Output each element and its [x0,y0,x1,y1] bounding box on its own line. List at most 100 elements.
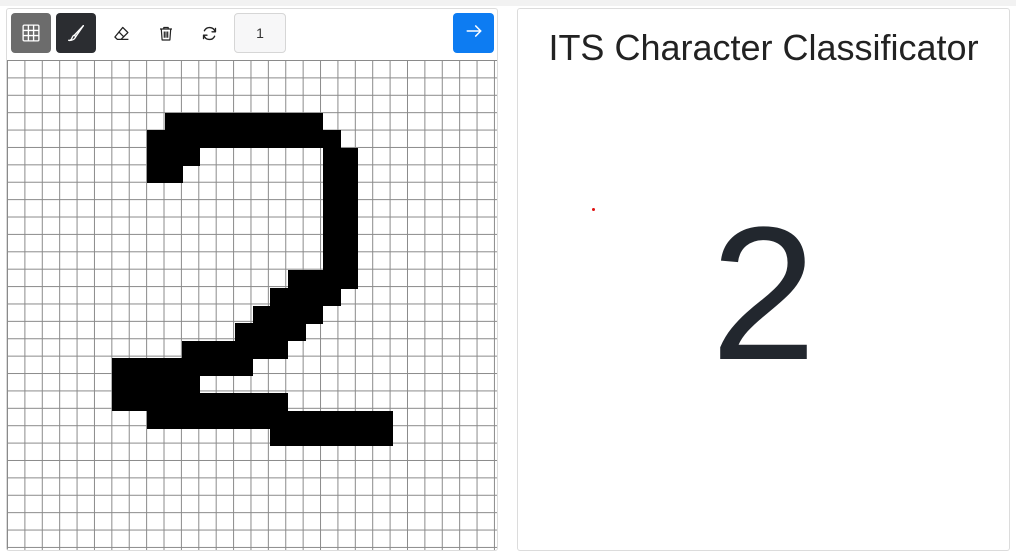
filled-pixel [375,410,394,429]
filled-pixel [287,130,306,149]
filled-pixel [322,130,341,149]
filled-pixel [340,217,359,236]
drawing-panel [6,8,498,551]
filled-pixel [164,358,183,377]
filled-pixel [182,340,201,359]
filled-pixel [147,375,166,394]
grid-icon [22,24,40,42]
filled-pixel [164,393,183,412]
filled-pixel [252,323,271,342]
filled-pixel [129,358,148,377]
filled-pixel [305,287,324,307]
filled-pixel [270,287,289,307]
filled-pixel [234,130,254,149]
filled-pixel [270,130,289,149]
filled-pixel [199,112,219,131]
filled-pixel [340,428,359,447]
filled-pixel [340,235,359,254]
filled-pixel [182,375,201,394]
filled-pixel [182,410,201,429]
filled-pixel [164,130,183,149]
filled-pixel [305,428,324,447]
filled-pixel [234,358,254,377]
filled-pixel [182,393,201,412]
filled-pixel [287,428,306,447]
filled-pixel [199,340,219,359]
filled-pixel [234,112,254,131]
filled-pixel [112,358,131,377]
filled-pixel [340,252,359,272]
filled-pixel [340,200,359,219]
filled-pixel [287,287,306,307]
filled-pixel [322,165,341,184]
filled-pixel [217,358,236,377]
filled-pixel [305,130,324,149]
filled-pixel [217,340,236,359]
filled-pixel [147,165,166,184]
filled-pixel [147,410,166,429]
clear-canvas-button[interactable] [146,13,186,53]
brush-size-input[interactable] [234,13,286,53]
filled-pixel [270,410,289,429]
filled-pixel [147,393,166,412]
filled-pixel [270,340,289,359]
filled-pixel [322,235,341,254]
filled-pixel [182,112,201,131]
result-panel: ITS Character Classificator 2 [517,8,1010,551]
classify-button[interactable] [453,13,494,53]
filled-pixel [287,112,306,131]
filled-pixel [357,428,376,447]
filled-pixel [217,112,236,131]
eraser-tool-button[interactable] [101,13,141,53]
filled-pixel [305,270,324,289]
filled-pixel [234,410,254,429]
drawing-grid-canvas[interactable] [7,60,497,550]
filled-pixel [147,147,166,166]
filled-pixel [305,112,324,131]
predicted-character: 2 [710,188,817,400]
filled-pixel [375,428,394,447]
filled-pixel [147,130,166,149]
filled-pixel [270,428,289,447]
filled-pixel [252,410,271,429]
filled-pixel [217,410,236,429]
filled-pixel [252,112,271,131]
filled-pixel [322,410,341,429]
filled-pixel [357,410,376,429]
filled-pixel [164,147,183,166]
filled-pixel [287,410,306,429]
filled-pixel [234,393,254,412]
filled-pixel [252,305,271,324]
filled-pixel [287,270,306,289]
filled-pixel [164,375,183,394]
filled-pixel [164,410,183,429]
filled-pixel [340,182,359,201]
brush-tool-button[interactable] [56,13,96,53]
drawing-toolbar [7,9,497,59]
filled-pixel [287,323,306,342]
filled-pixel [199,410,219,429]
arrow-right-icon [465,22,483,45]
reset-button[interactable] [189,13,229,53]
filled-pixel [164,112,183,131]
filled-pixel [322,182,341,201]
filled-pixel [340,147,359,166]
filled-pixel [199,393,219,412]
grid-toggle-button[interactable] [11,13,51,53]
filled-pixel [270,112,289,131]
filled-pixel [199,358,219,377]
filled-pixel [129,393,148,412]
app-title: ITS Character Classificator [548,27,979,68]
filled-pixel [322,200,341,219]
filled-pixel [112,393,131,412]
filled-pixel [340,410,359,429]
filled-pixel [340,165,359,184]
trash-icon [158,25,174,42]
filled-pixel [270,393,289,412]
filled-pixel [252,340,271,359]
filled-pixel [182,130,201,149]
filled-pixel [305,410,324,429]
filled-pixel [199,130,219,149]
brush-icon [67,24,85,42]
filled-pixel [322,217,341,236]
